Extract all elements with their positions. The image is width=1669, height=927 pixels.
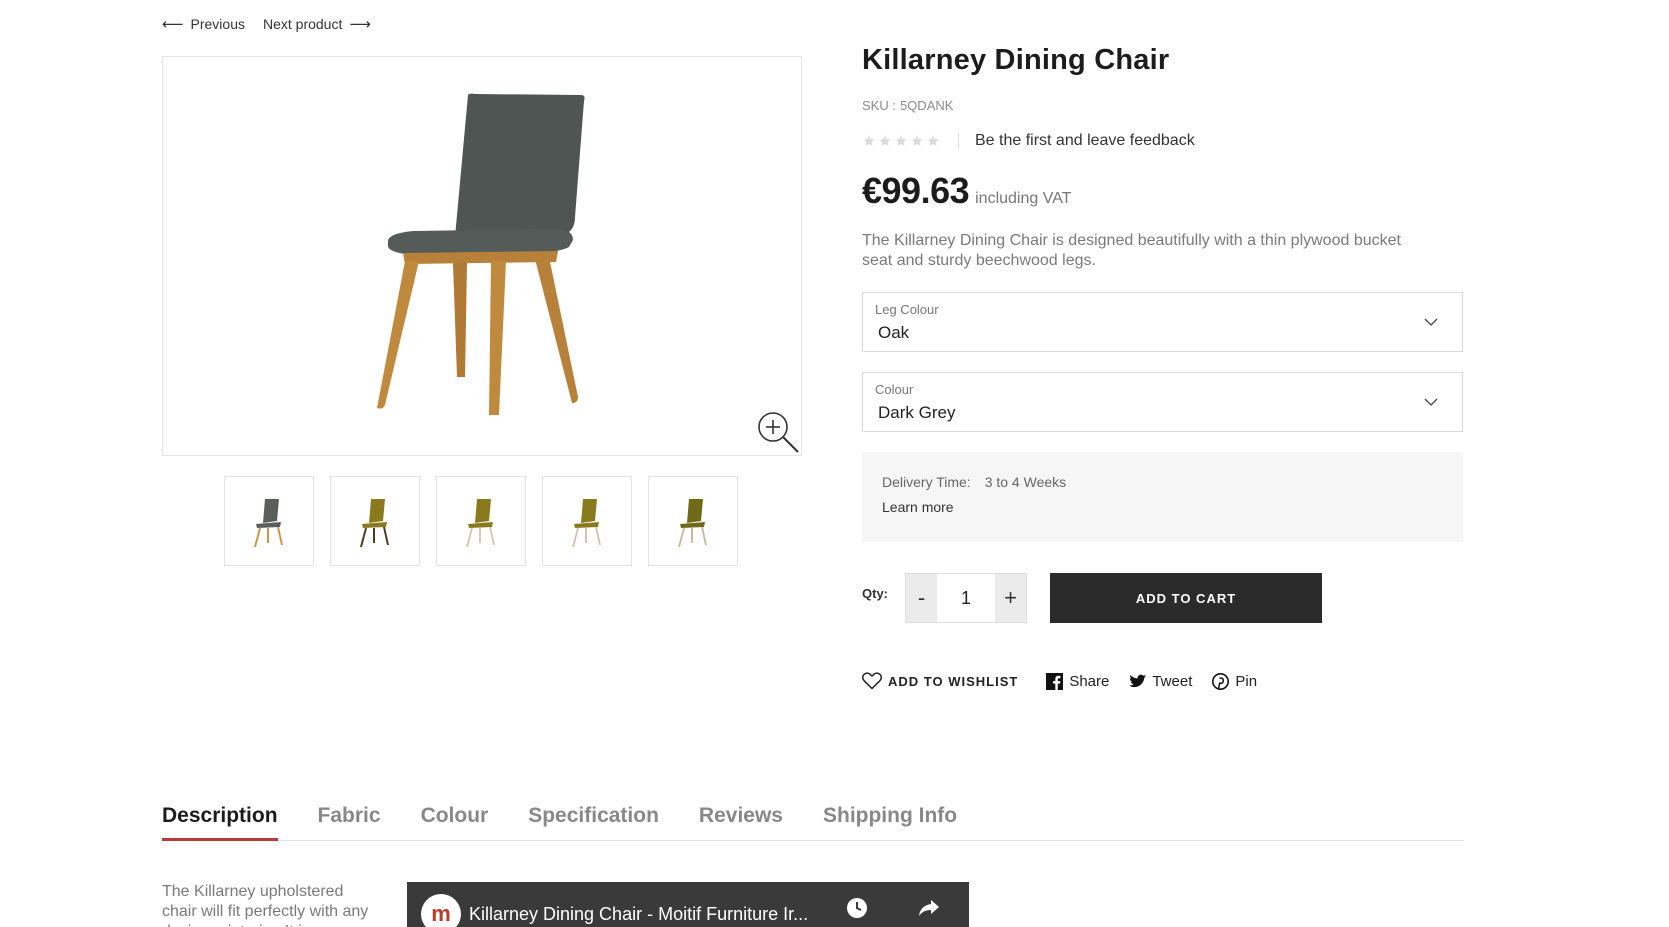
tab-fabric[interactable]: Fabric bbox=[318, 804, 381, 841]
tab-colour[interactable]: Colour bbox=[421, 804, 489, 841]
chair-thumbnail-image bbox=[678, 499, 707, 547]
sku-value: 5QDANK bbox=[899, 98, 954, 113]
star-icon bbox=[879, 135, 891, 147]
video-title[interactable]: Killarney Dining Chair - Moitif Furnitur… bbox=[469, 904, 808, 925]
previous-label: Previous bbox=[190, 16, 245, 32]
zoom-in-icon[interactable] bbox=[755, 409, 801, 455]
chair-thumbnail-image bbox=[254, 499, 283, 547]
product-title: Killarney Dining Chair bbox=[862, 44, 1170, 76]
colour-value: Dark Grey bbox=[878, 403, 956, 422]
rating-divider bbox=[958, 133, 959, 149]
next-label: Next product bbox=[262, 16, 343, 32]
star-icon bbox=[911, 135, 923, 147]
rating-row: Be the first and leave feedback bbox=[862, 132, 1195, 150]
delivery-value: 3 to 4 Weeks bbox=[984, 474, 1067, 490]
chair-image bbox=[377, 93, 585, 415]
product-pagination: ⟵ Previous Next product ⟶ bbox=[162, 16, 371, 32]
thumbnail-2[interactable] bbox=[330, 476, 420, 566]
star-icon bbox=[863, 135, 875, 147]
price: €99.63 bbox=[862, 170, 970, 211]
colour-label: Colour bbox=[875, 382, 914, 397]
chevron-down-icon bbox=[1424, 318, 1438, 326]
sku: SKU : 5QDANK bbox=[862, 98, 953, 113]
qty-decrease-button[interactable]: - bbox=[906, 574, 937, 622]
leg-colour-select[interactable]: Leg Colour Oak bbox=[862, 292, 1463, 352]
main-product-image[interactable] bbox=[162, 56, 802, 456]
tab-specification[interactable]: Specification bbox=[528, 804, 659, 841]
add-to-cart-button[interactable]: ADD TO CART bbox=[1050, 573, 1322, 623]
video-embed[interactable]: m Killarney Dining Chair - Moitif Furnit… bbox=[407, 882, 969, 927]
tab-reviews[interactable]: Reviews bbox=[699, 804, 783, 841]
tab-description[interactable]: Description bbox=[162, 804, 278, 841]
thumbnail-3[interactable] bbox=[436, 476, 526, 566]
chevron-down-icon bbox=[1424, 398, 1438, 406]
short-description: The Killarney Dining Chair is designed b… bbox=[862, 232, 1401, 269]
leg-colour-label: Leg Colour bbox=[875, 302, 939, 317]
facebook-share-button[interactable]: Share bbox=[1046, 672, 1110, 690]
vat-note: including VAT bbox=[975, 190, 1072, 207]
arrow-left-icon: ⟵ bbox=[162, 15, 184, 33]
quantity-stepper: - 1 + bbox=[905, 573, 1027, 623]
previous-link[interactable]: ⟵ Previous bbox=[162, 16, 245, 32]
pinterest-pin-button[interactable]: Pin bbox=[1212, 673, 1257, 690]
tweet-label: Tweet bbox=[1152, 672, 1193, 690]
chair-thumbnail-image bbox=[466, 499, 495, 547]
chair-thumbnail-image bbox=[572, 499, 601, 547]
star-rating bbox=[862, 134, 940, 148]
delivery-label: Delivery Time: bbox=[882, 474, 971, 490]
channel-logo: m bbox=[421, 894, 461, 927]
arrow-right-icon: ⟶ bbox=[349, 15, 371, 33]
wishlist-label: ADD TO WISHLIST bbox=[888, 673, 1019, 689]
add-to-wishlist-button[interactable]: ADD TO WISHLIST bbox=[862, 672, 1018, 690]
delivery-info: Delivery Time: 3 to 4 Weeks Learn more bbox=[862, 452, 1463, 542]
qty-increase-button[interactable]: + bbox=[995, 574, 1026, 622]
heart-icon bbox=[862, 672, 882, 690]
tab-shipping-info[interactable]: Shipping Info bbox=[823, 804, 957, 841]
leave-feedback-link[interactable]: Be the first and leave feedback bbox=[975, 132, 1195, 150]
product-tabs: Description Fabric Colour Specification Revi… bbox=[162, 804, 1464, 841]
social-actions: ADD TO WISHLIST Share Tweet Pin bbox=[862, 672, 1277, 690]
leg-colour-value: Oak bbox=[878, 323, 910, 342]
price-row: €99.63 including VAT bbox=[862, 170, 1071, 212]
chair-thumbnail-image bbox=[360, 499, 389, 547]
pin-label: Pin bbox=[1235, 672, 1258, 690]
twitter-icon bbox=[1129, 674, 1147, 687]
pinterest-icon bbox=[1212, 672, 1230, 690]
next-product-link[interactable]: Next product ⟶ bbox=[263, 16, 371, 32]
facebook-icon bbox=[1046, 672, 1064, 690]
star-icon bbox=[895, 135, 907, 147]
share-icon[interactable] bbox=[917, 896, 941, 920]
colour-select[interactable]: Colour Dark Grey bbox=[862, 372, 1463, 432]
star-icon bbox=[927, 135, 939, 147]
learn-more-link[interactable]: Learn more bbox=[882, 499, 954, 515]
thumbnail-strip bbox=[224, 476, 738, 566]
qty-label: Qty: bbox=[862, 586, 888, 601]
clock-icon[interactable] bbox=[845, 896, 869, 920]
thumbnail-1[interactable] bbox=[224, 476, 314, 566]
delivery-time: Delivery Time: 3 to 4 Weeks bbox=[882, 474, 1066, 490]
thumbnail-4[interactable] bbox=[542, 476, 632, 566]
sku-label: SKU : bbox=[862, 98, 896, 113]
share-label: Share bbox=[1069, 672, 1110, 690]
qty-input[interactable]: 1 bbox=[937, 574, 995, 622]
twitter-tweet-button[interactable]: Tweet bbox=[1129, 673, 1192, 690]
thumbnail-5[interactable] bbox=[648, 476, 738, 566]
description-body: The Killarney upholstered chair will fit… bbox=[162, 883, 369, 927]
